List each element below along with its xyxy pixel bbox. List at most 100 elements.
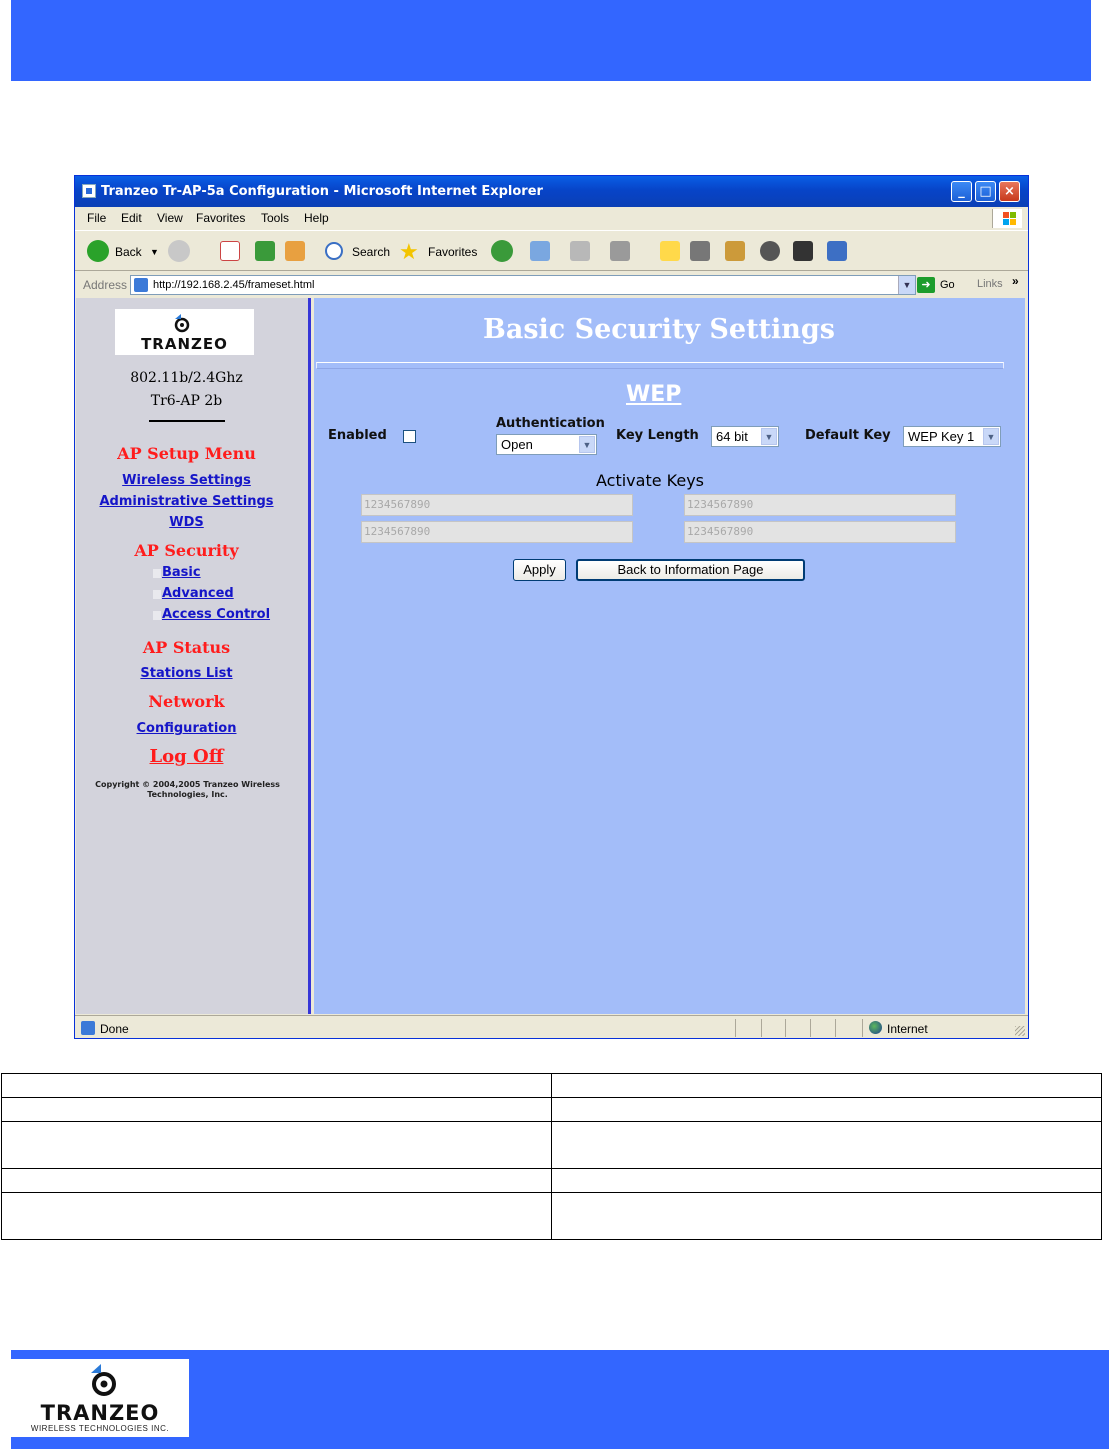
favorites-button-label[interactable]: Favorites xyxy=(428,245,477,259)
table-cell xyxy=(1,1192,552,1240)
address-input[interactable]: http://192.168.2.45/frameset.html ▼ xyxy=(130,275,916,295)
ap-setup-menu-heading: AP Setup Menu xyxy=(117,444,256,463)
wep-key-4-input[interactable]: 1234567890 xyxy=(684,521,956,543)
status-divider xyxy=(810,1019,811,1037)
page-icon xyxy=(134,278,148,292)
model-line-2: Tr6-AP 2b xyxy=(150,393,223,409)
default-key-label: Default Key xyxy=(805,428,891,443)
enabled-label: Enabled xyxy=(328,428,387,443)
maximize-icon[interactable]: □ xyxy=(975,181,996,202)
chevron-down-icon[interactable]: ▼ xyxy=(761,428,777,445)
status-divider xyxy=(835,1019,836,1037)
authentication-select[interactable]: Open ▼ xyxy=(496,434,597,455)
menu-help[interactable]: Help xyxy=(304,211,329,225)
close-icon[interactable]: × xyxy=(999,181,1020,202)
search-button-label[interactable]: Search xyxy=(352,245,390,259)
back-to-information-page-button[interactable]: Back to Information Page xyxy=(576,559,805,581)
media-icon[interactable] xyxy=(793,241,813,261)
key-length-select[interactable]: 64 bit ▼ xyxy=(711,426,779,447)
favorites-star-icon[interactable]: ★ xyxy=(399,239,419,265)
title-rule xyxy=(316,362,1004,369)
research-icon[interactable] xyxy=(725,241,745,261)
model-line-1: 802.11b/2.4Ghz xyxy=(130,370,243,386)
history-icon[interactable] xyxy=(491,240,513,262)
go-label[interactable]: Go xyxy=(940,279,955,291)
title-bar[interactable]: Tranzeo Tr-AP-5a Configuration - Microso… xyxy=(75,176,1028,207)
bullet-icon xyxy=(153,611,161,620)
notes-icon[interactable] xyxy=(660,241,680,261)
table-cell xyxy=(551,1168,1102,1193)
wep-key-1-input[interactable]: 1234567890 xyxy=(361,494,633,516)
table-cell xyxy=(551,1073,1102,1098)
sidebar-link-basic[interactable]: Basic xyxy=(162,565,201,580)
sidebar-link-wireless-settings[interactable]: Wireless Settings xyxy=(122,473,251,488)
status-bar: Done Internet xyxy=(75,1015,1028,1039)
footer-logo-swirl-icon xyxy=(91,1364,116,1396)
minimize-icon[interactable]: _ xyxy=(951,181,972,202)
activate-keys-label: Activate Keys xyxy=(596,471,704,490)
header-band xyxy=(11,0,1091,81)
key-length-value: 64 bit xyxy=(716,429,748,444)
toolbar: Back ▼ Search ★ Favorites xyxy=(75,230,1028,271)
authentication-label: Authentication xyxy=(496,416,605,431)
back-dropdown-icon[interactable]: ▼ xyxy=(150,247,159,257)
mail-icon[interactable] xyxy=(530,241,550,261)
links-chevron-icon[interactable]: » xyxy=(1012,274,1019,288)
authentication-value: Open xyxy=(501,437,533,452)
sidebar-link-configuration[interactable]: Configuration xyxy=(137,721,237,736)
document-page: Tranzeo Tr-AP-5a Configuration - Microso… xyxy=(0,0,1109,1449)
contacts-icon[interactable] xyxy=(827,241,847,261)
back-button-label[interactable]: Back xyxy=(115,245,142,259)
table-cell xyxy=(551,1097,1102,1122)
status-text: Done xyxy=(100,1022,129,1036)
address-url[interactable]: http://192.168.2.45/frameset.html xyxy=(153,279,314,291)
web-content: TRANZEO 802.11b/2.4Ghz Tr6-AP 2b AP Setu… xyxy=(76,298,1027,1014)
search-icon[interactable] xyxy=(325,242,343,260)
sidebar-link-administrative-settings[interactable]: Administrative Settings xyxy=(99,494,273,509)
discuss-icon[interactable] xyxy=(760,241,780,261)
default-key-select[interactable]: WEP Key 1 ▼ xyxy=(903,426,1001,447)
menu-tools[interactable]: Tools xyxy=(261,211,289,225)
edit-icon[interactable] xyxy=(610,241,630,261)
table-cell xyxy=(1,1097,552,1122)
page-title: Basic Security Settings xyxy=(483,314,835,345)
menu-file[interactable]: File xyxy=(87,211,106,225)
refresh-icon[interactable] xyxy=(255,241,275,261)
wep-key-2-input[interactable]: 1234567890 xyxy=(684,494,956,516)
home-icon[interactable] xyxy=(285,241,305,261)
chevron-down-icon[interactable]: ▼ xyxy=(579,436,595,453)
security-zone-text: Internet xyxy=(887,1022,928,1036)
resize-grip-icon[interactable] xyxy=(1015,1026,1025,1036)
status-divider xyxy=(761,1019,762,1037)
sidebar-link-stations-list[interactable]: Stations List xyxy=(140,666,232,681)
table-cell xyxy=(551,1121,1102,1169)
stop-icon[interactable] xyxy=(220,241,240,261)
chevron-down-icon[interactable]: ▼ xyxy=(983,428,999,445)
ap-security-heading: AP Security xyxy=(134,541,239,560)
logo-text: TRANZEO xyxy=(141,335,228,353)
menu-edit[interactable]: Edit xyxy=(121,211,142,225)
chevron-down-icon[interactable]: ▼ xyxy=(898,276,915,294)
browser-window: Tranzeo Tr-AP-5a Configuration - Microso… xyxy=(74,175,1029,1039)
apply-button[interactable]: Apply xyxy=(513,559,566,581)
status-divider xyxy=(735,1019,736,1037)
bullet-icon xyxy=(153,590,161,599)
links-label[interactable]: Links xyxy=(977,278,1003,290)
enabled-checkbox[interactable] xyxy=(403,430,416,443)
sidebar-link-access-control[interactable]: Access Control xyxy=(162,607,270,622)
address-label: Address xyxy=(83,278,128,292)
logoff-link[interactable]: Log Off xyxy=(76,746,297,767)
footer-logo-subtext: WIRELESS TECHNOLOGIES INC. xyxy=(30,1424,170,1433)
back-icon[interactable] xyxy=(87,240,109,262)
go-arrow-icon[interactable]: ➜ xyxy=(917,277,935,293)
wep-key-3-input[interactable]: 1234567890 xyxy=(361,521,633,543)
sidebar-link-wds[interactable]: WDS xyxy=(169,515,204,530)
menu-bar: File Edit View Favorites Tools Help xyxy=(75,207,1028,229)
forward-icon[interactable] xyxy=(168,240,190,262)
divider xyxy=(149,420,225,422)
menu-view[interactable]: View xyxy=(157,211,183,225)
print-icon[interactable] xyxy=(570,241,590,261)
menu-favorites[interactable]: Favorites xyxy=(196,211,245,225)
sidebar-link-advanced[interactable]: Advanced xyxy=(162,586,234,601)
messenger-flower-icon[interactable] xyxy=(690,241,710,261)
